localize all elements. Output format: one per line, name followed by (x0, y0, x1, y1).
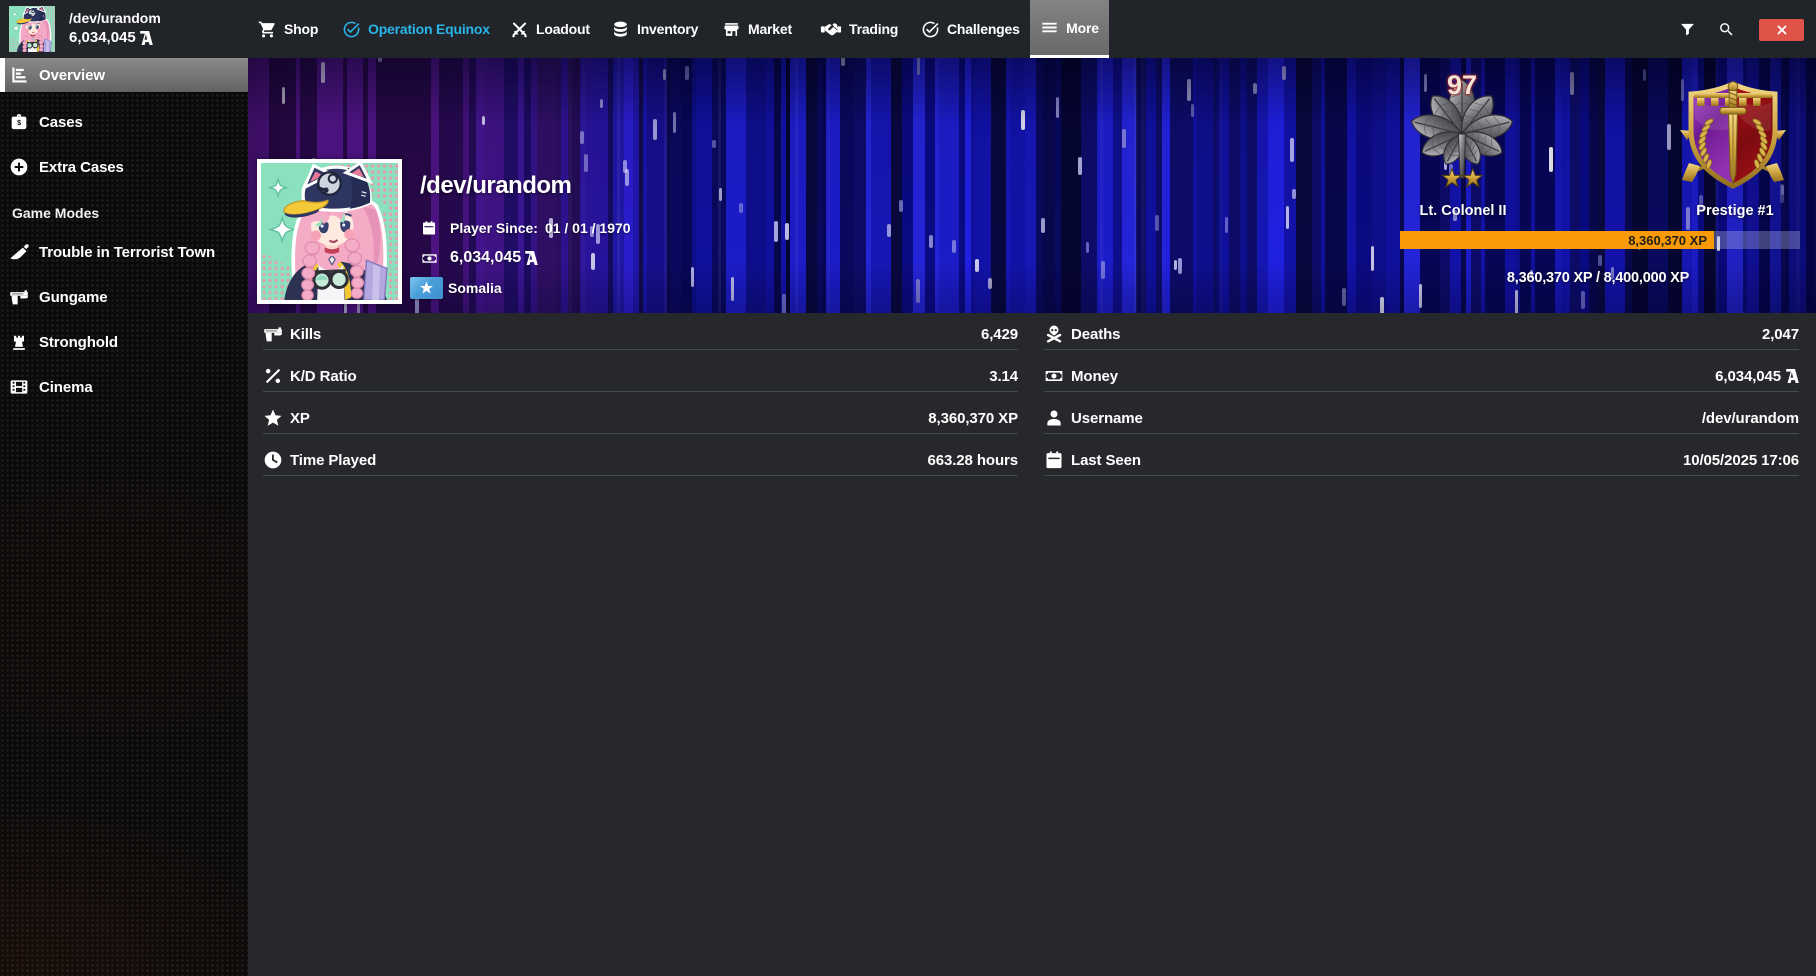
svg-text:97: 97 (1447, 70, 1477, 100)
svg-text:$: $ (17, 119, 21, 127)
